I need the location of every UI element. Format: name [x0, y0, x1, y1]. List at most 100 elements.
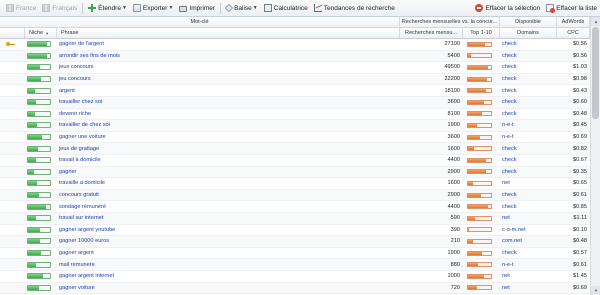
domain-availability-link[interactable]: check: [500, 155, 557, 166]
table-row[interactable]: mail remunere 880 n-e-t $0.61: [0, 259, 590, 271]
monthly-searches-group-header: Recherches mensuelles vs. la concur...: [400, 17, 500, 27]
table-row[interactable]: devenir riche 8100 check $0.48: [0, 109, 590, 121]
keyword-phrase-link[interactable]: argent: [57, 85, 400, 96]
domain-availability-link[interactable]: check: [500, 190, 557, 201]
domain-availability-link[interactable]: check: [500, 109, 557, 120]
keyword-phrase-link[interactable]: gagner voiture: [57, 283, 400, 294]
domain-availability-link[interactable]: check: [500, 62, 557, 73]
keyword-phrase-link[interactable]: travailler de chez soi: [57, 120, 400, 131]
keyword-phrase-link[interactable]: travaille a domicile: [57, 178, 400, 189]
cpc-value: $0.61: [573, 192, 587, 199]
table-row[interactable]: gagner voiture 720 net $0.69: [0, 282, 590, 295]
table-row[interactable]: gagner argent 1900 check $0.57: [0, 248, 590, 260]
domain-availability-link[interactable]: net: [500, 213, 557, 224]
domain-availability-link[interactable]: net: [500, 283, 557, 294]
keyword-phrase-link[interactable]: gagner une voiture: [57, 132, 400, 143]
scrollbar-thumb[interactable]: [592, 27, 599, 119]
table-row[interactable]: travaille a domicile 1600 net $0.65: [0, 178, 590, 190]
table-row[interactable]: gagner 2900 check $0.35: [0, 166, 590, 179]
expand-button[interactable]: Étendre ▼: [85, 2, 130, 15]
trends-label: Tendances de recherche: [323, 4, 395, 12]
top-column-header[interactable]: Top 1-10: [463, 28, 500, 38]
table-row[interactable]: gagner argent youtube 390 c-o-m.net $0.10: [0, 225, 590, 237]
table-row[interactable]: jeux concours 49500 check $1.03: [0, 62, 590, 74]
domain-availability-link[interactable]: check: [500, 167, 557, 178]
phrase-column-header[interactable]: Phrase: [57, 28, 400, 38]
niche-score-bar: [27, 157, 51, 164]
vertical-scrollbar[interactable]: ▲ ▼: [590, 17, 600, 295]
table-row[interactable]: gagner de l'argent 27100 check $0.56: [0, 39, 590, 51]
tag-button[interactable]: Balise ▼: [223, 2, 261, 15]
scroll-down-icon[interactable]: ▼: [591, 286, 600, 295]
keyword-phrase-link[interactable]: arrondir ses fins de mois: [57, 51, 400, 62]
searches-column-header[interactable]: Recherches mensu...: [400, 28, 463, 38]
domain-availability-link[interactable]: com.net: [500, 236, 557, 247]
domain-availability-link[interactable]: net: [500, 271, 557, 282]
table-row[interactable]: gagner une voiture 3600 n-e-t $0.69: [0, 132, 590, 144]
keyword-phrase-link[interactable]: sondage rémunéré: [57, 201, 400, 212]
print-button[interactable]: Imprimer: [176, 2, 218, 15]
keyword-phrase-link[interactable]: concours gratuit: [57, 190, 400, 201]
keyword-phrase-link[interactable]: travailler chez soi: [57, 97, 400, 108]
table-row[interactable]: jeu concours 22200 check $0.98: [0, 73, 590, 86]
niche-score-fill: [28, 193, 39, 198]
domain-availability-link[interactable]: c-o-m.net: [500, 225, 557, 236]
country-selector[interactable]: France: [3, 2, 39, 15]
export-button[interactable]: Exporter ▼: [130, 2, 177, 15]
domain-availability-link[interactable]: n-e-t: [500, 259, 557, 270]
keyword-phrase-link[interactable]: travail à domicile: [57, 155, 400, 166]
keyword-phrase-link[interactable]: gagner argent: [57, 248, 400, 259]
delete-selection-button[interactable]: Effacer la sélection: [472, 2, 543, 15]
table-row[interactable]: travail à domicile 4400 check $0.67: [0, 155, 590, 167]
cpc-column-header[interactable]: CPC: [557, 28, 590, 38]
keyword-phrase-link[interactable]: jeux concours: [57, 62, 400, 73]
language-selector[interactable]: Français: [39, 2, 80, 15]
table-row[interactable]: gagner 10000 euros 210 com.net $0.48: [0, 236, 590, 248]
table-row[interactable]: concours gratuit 2900 check $0.61: [0, 189, 590, 202]
chevron-down-icon: ▼: [121, 5, 127, 11]
niche-column-header[interactable]: Niche ▼: [25, 28, 57, 38]
monthly-searches-value: 2900: [447, 168, 460, 175]
domain-availability-link[interactable]: net: [500, 178, 557, 189]
domain-availability-link[interactable]: n-e-t: [500, 132, 557, 143]
domain-availability-link[interactable]: check: [500, 143, 557, 154]
keyword-phrase-link[interactable]: gagner argent youtube: [57, 225, 400, 236]
keyword-phrase-link[interactable]: jeux de grattage: [57, 143, 400, 154]
niche-score-bar: [27, 64, 51, 71]
table-row[interactable]: sondage rémunéré 4400 check $0.85: [0, 201, 590, 213]
calculator-button[interactable]: Calculatrice: [261, 2, 311, 15]
scroll-up-icon[interactable]: ▲: [591, 17, 600, 26]
table-row[interactable]: travail sur internet 590 net $1.11: [0, 213, 590, 225]
trends-button[interactable]: Tendances de recherche: [311, 2, 398, 15]
table-row[interactable]: travailler de chez soi 1900 n-e-t $0.45: [0, 120, 590, 132]
domain-availability-link[interactable]: check: [500, 74, 557, 85]
keyword-phrase-link[interactable]: jeu concours: [57, 74, 400, 85]
domain-availability-link[interactable]: n-e-t: [500, 120, 557, 131]
competition-fill: [468, 181, 474, 185]
keyword-phrase-link[interactable]: gagner 10000 euros: [57, 236, 400, 247]
domain-availability-link[interactable]: check: [500, 51, 557, 62]
keyword-phrase-link[interactable]: devenir riche: [57, 109, 400, 120]
key-cell: [0, 259, 25, 270]
domains-column-header[interactable]: Domains: [500, 28, 557, 38]
table-row[interactable]: travailler chez soi 3600 check $0.60: [0, 97, 590, 109]
keyword-phrase-link[interactable]: travail sur internet: [57, 213, 400, 224]
domain-availability-link[interactable]: check: [500, 201, 557, 212]
table-row[interactable]: argent 18100 check $0.43: [0, 85, 590, 97]
domain-availability-link[interactable]: check: [500, 39, 557, 50]
domain-availability-link[interactable]: check: [500, 85, 557, 96]
table-row[interactable]: jeux de grattage 1600 check $0.82: [0, 143, 590, 155]
clear-list-button[interactable]: Effacer la liste: [543, 2, 600, 15]
domain-availability-link[interactable]: check: [500, 248, 557, 259]
keyword-phrase-link[interactable]: gagner de l'argent: [57, 39, 400, 50]
keyword-phrase-link[interactable]: gagner argent internet: [57, 271, 400, 282]
table-row[interactable]: gagner argent internet 1000 net $1.45: [0, 271, 590, 283]
key-column-header[interactable]: [0, 28, 25, 38]
table-row[interactable]: arrondir ses fins de mois 5400 check $0.56: [0, 50, 590, 63]
keyword-phrase-link[interactable]: gagner: [57, 167, 400, 178]
domain-availability-link[interactable]: check: [500, 97, 557, 108]
keyword-phrase-link[interactable]: mail remunere: [57, 259, 400, 270]
competition-fill: [468, 77, 487, 81]
niche-score-bar: [27, 215, 51, 222]
monthly-searches-value: 27100: [444, 41, 460, 48]
